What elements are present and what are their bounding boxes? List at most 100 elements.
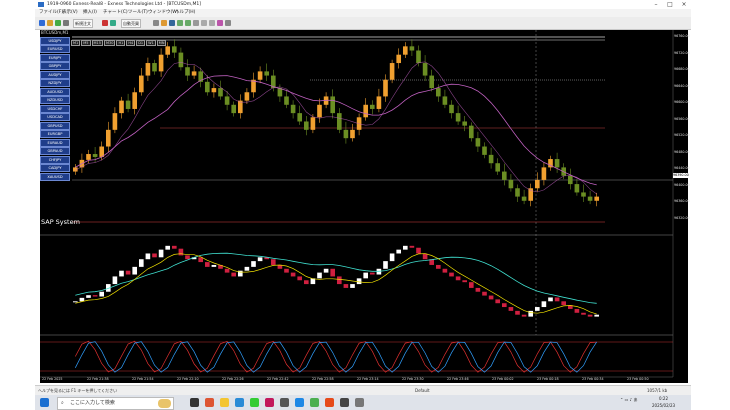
menu-insert[interactable]: 挿入(I) [83, 9, 97, 17]
app-icon-2[interactable] [265, 398, 274, 407]
candle [554, 159, 560, 168]
symbol-button[interactable]: CHFJPY [40, 155, 70, 164]
app-icon-4[interactable] [295, 398, 304, 407]
timeframe-m15[interactable]: M15 [91, 40, 103, 46]
timeframe-h1[interactable]: H1 [116, 40, 126, 46]
history-icon[interactable] [110, 20, 116, 26]
timeframe-m5[interactable]: M5 [81, 40, 91, 46]
symbol-button[interactable]: NZDJPY [40, 79, 70, 88]
auto-trade-button[interactable]: 自動売買 [121, 19, 141, 28]
bar-chart-icon[interactable] [153, 20, 159, 26]
search-placeholder: ここに入力して検索 [70, 400, 115, 406]
candle [468, 125, 474, 139]
symbol-button[interactable]: XAUUSD [40, 172, 70, 181]
candle [290, 104, 296, 114]
ha-candle [363, 272, 369, 279]
symbol-button[interactable]: USDJPY [40, 37, 70, 45]
file-explorer-icon[interactable] [220, 398, 229, 407]
terminal-icon[interactable] [63, 20, 69, 26]
mt4-icon[interactable] [340, 398, 349, 407]
menu-file[interactable]: ファイル(F) [39, 9, 63, 17]
tile-icon[interactable] [193, 20, 199, 26]
ha-candle [581, 312, 586, 315]
menu-window[interactable]: ウィンドウ(W) [148, 9, 178, 17]
symbol-button[interactable]: EURJPY [40, 53, 70, 62]
ha-candle [383, 261, 388, 269]
ha-candle [138, 259, 144, 267]
symbol-button[interactable]: GBPUSD [40, 121, 70, 130]
zoom-out-icon[interactable] [185, 20, 191, 26]
menu-bar: ファイル(F) 表示(V) 挿入(I) チャート(C) ツール(T) ウィンドウ… [35, 9, 691, 17]
symbol-button[interactable]: GBPAUD [40, 147, 70, 156]
periods-icon[interactable] [225, 20, 231, 26]
chart-area[interactable]: BTCUSDm,M1 M1 M5 M15 M30 H1 H4 D1 W1 MN USDJPY EU… [40, 30, 690, 383]
menu-help[interactable]: ヘルプ(H) [175, 9, 195, 17]
symbol-button[interactable]: EURUSD [40, 45, 70, 54]
menu-chart[interactable]: チャート(C) [103, 9, 128, 17]
time-tick: 22 Feb 22:26 [222, 377, 244, 381]
time-tick: 22 Feb 22:42 [267, 377, 289, 381]
chrome-icon[interactable] [250, 398, 259, 407]
symbol-button[interactable]: EURAUD [40, 138, 70, 147]
ha-candle [323, 268, 329, 273]
symbol-button[interactable]: AUDJPY [40, 70, 70, 79]
candle [132, 92, 138, 109]
symbol-button[interactable]: USDCAD [40, 113, 70, 122]
candle [204, 81, 210, 93]
app-window: 1919-0960 Exness-Real8 - Exness Technolo… [35, 0, 691, 410]
ha-candle [330, 268, 336, 277]
timeframe-w1[interactable]: W1 [146, 40, 156, 46]
open-icon[interactable] [47, 20, 53, 26]
new-order-button[interactable]: 新規注文 [73, 19, 93, 28]
ha-candle [125, 270, 131, 275]
app-icon-3[interactable] [280, 398, 289, 407]
alert-icon[interactable] [102, 20, 108, 26]
taskbar-search[interactable]: ⌕ ここに入力して検索 [57, 397, 174, 410]
price-chart[interactable] [40, 30, 688, 383]
maximize-icon[interactable]: □ [663, 0, 677, 9]
new-chart-icon[interactable] [39, 20, 45, 26]
timeframe-m30[interactable]: M30 [103, 40, 116, 46]
shift-icon[interactable] [209, 20, 215, 26]
minimize-icon[interactable]: – [649, 0, 663, 9]
symbol-button[interactable]: EURGBP [40, 130, 70, 139]
candle [224, 96, 230, 105]
edge-icon[interactable] [235, 398, 244, 407]
search-icon: ⌕ [61, 400, 64, 406]
candle-chart-icon[interactable] [161, 20, 167, 26]
candle [145, 63, 151, 76]
ha-candle [462, 280, 468, 283]
autoscroll-icon[interactable] [201, 20, 207, 26]
zoom-in-icon[interactable] [177, 20, 183, 26]
app-logo-icon [38, 2, 44, 7]
price-tick: 96440.00 [674, 166, 690, 170]
timeframe-h4[interactable]: H4 [126, 40, 136, 46]
symbol-button[interactable]: GBPJPY [40, 62, 70, 71]
symbol-button[interactable]: NZDUSD [40, 96, 70, 105]
windows-start-icon[interactable] [40, 398, 49, 407]
price-tick: 96720.00 [674, 50, 690, 55]
symbol-button[interactable]: AUDUSD [40, 87, 70, 96]
menu-view[interactable]: 表示(V) [62, 9, 78, 17]
app-icon-7[interactable] [355, 398, 364, 407]
close-icon[interactable]: × [677, 0, 691, 9]
symbol-button[interactable]: USDCHF [40, 104, 70, 113]
timeframe-m1[interactable]: M1 [71, 40, 81, 46]
task-view-icon[interactable] [190, 398, 199, 407]
app-icon-5[interactable] [310, 398, 319, 407]
symbol-button[interactable]: CADJPY [40, 164, 70, 173]
price-tick: 96480.00 [674, 149, 690, 154]
menu-tools[interactable]: ツール(T) [128, 9, 148, 17]
navigator-icon[interactable] [55, 20, 61, 26]
app-icon-1[interactable] [205, 398, 214, 407]
candle [112, 113, 118, 130]
app-icon-6[interactable] [325, 398, 334, 407]
timeframe-d1[interactable]: D1 [136, 40, 146, 46]
clock-date[interactable]: 2025/02/23 [652, 403, 675, 408]
indicators-icon[interactable] [217, 20, 223, 26]
clock-time[interactable]: 0:22 [659, 396, 668, 401]
line-chart-icon[interactable] [169, 20, 175, 26]
candle [541, 167, 547, 180]
timeframe-mn[interactable]: MN [156, 40, 167, 46]
candle [594, 196, 600, 201]
